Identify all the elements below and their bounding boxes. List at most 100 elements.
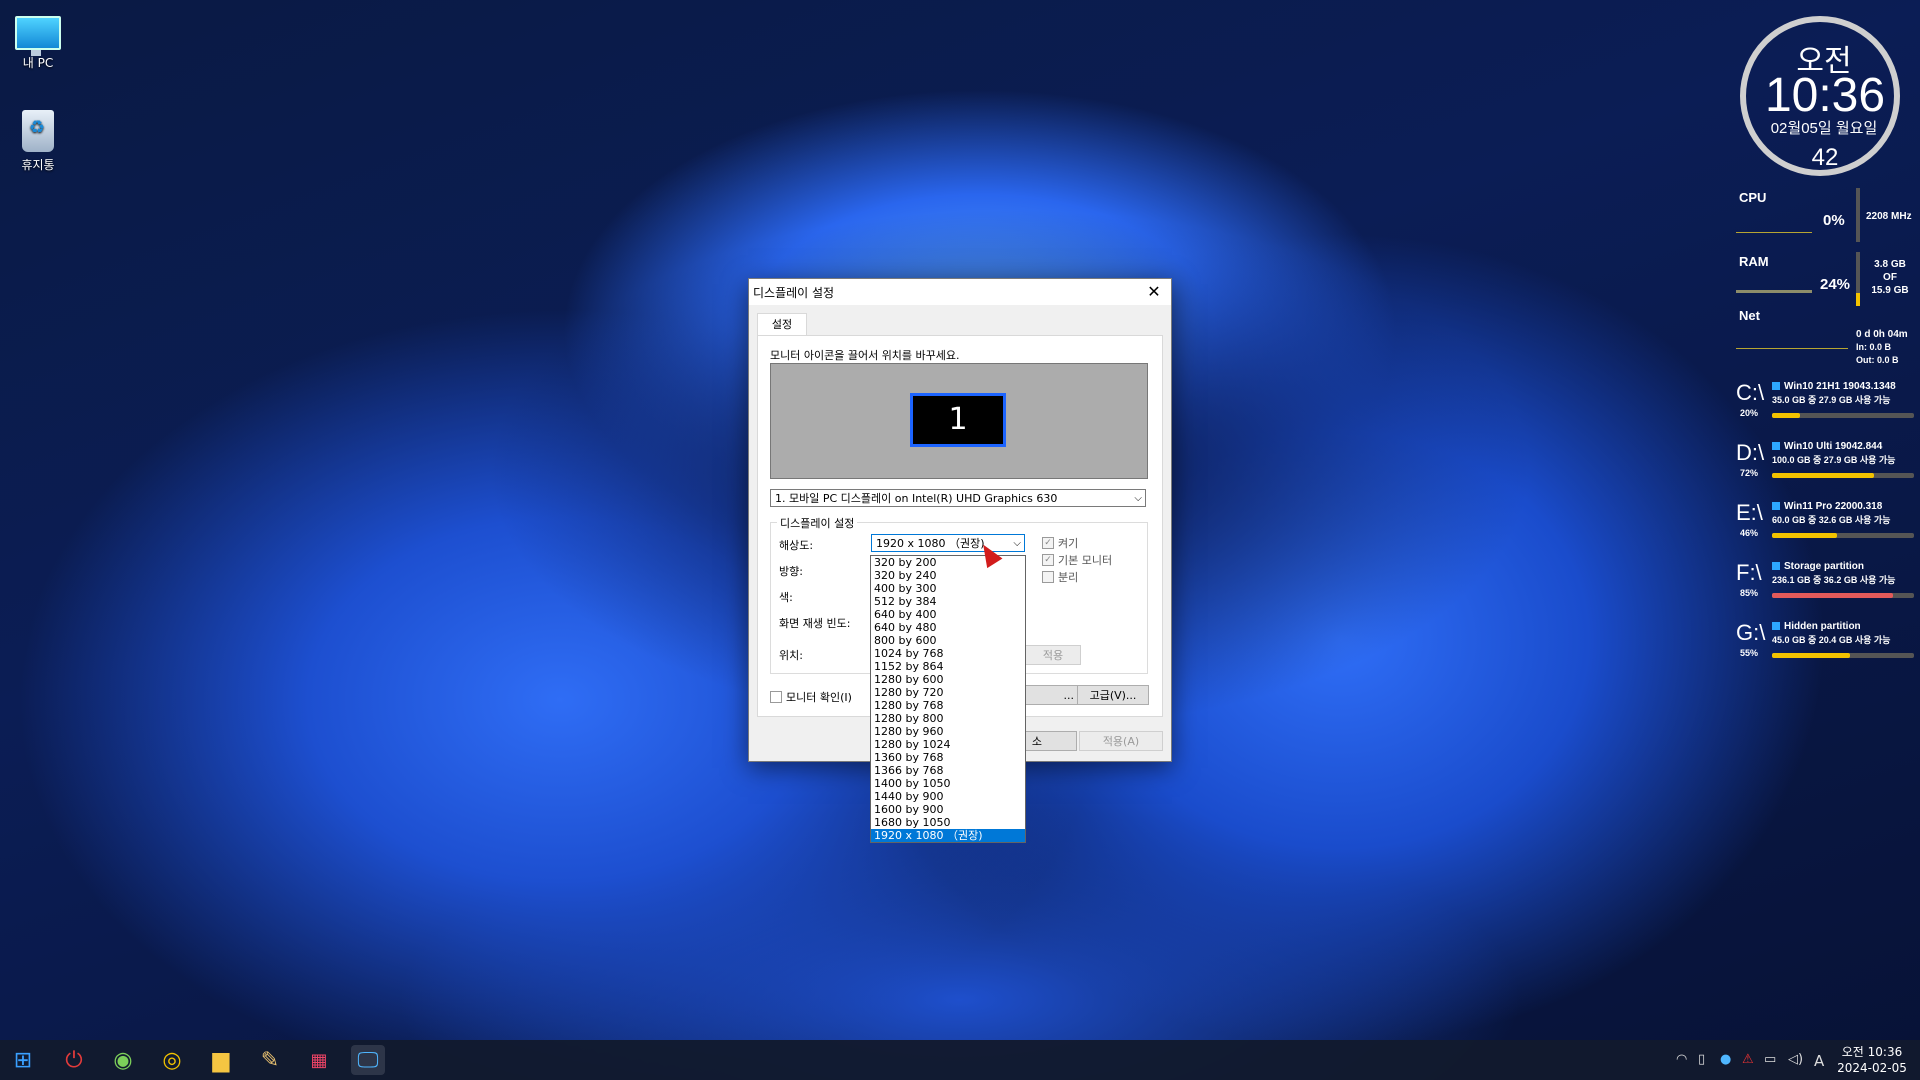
taskbar-chrome[interactable]: ◎	[155, 1045, 189, 1075]
checkbox-empty-icon	[770, 691, 782, 703]
taskbar-tool[interactable]: ✎	[253, 1045, 287, 1075]
resolution-option[interactable]: 640 by 400	[871, 608, 1025, 621]
net-label: Net	[1739, 308, 1760, 323]
drive-name: Storage partition	[1772, 560, 1864, 573]
resolution-option[interactable]: 1920 x 1080 （권장)	[871, 829, 1025, 842]
drive-usage-bar	[1772, 413, 1914, 418]
cpu-label: CPU	[1739, 190, 1767, 205]
clock-seconds: 42	[1811, 144, 1839, 171]
tray-drop[interactable]: ●	[1720, 1052, 1731, 1067]
close-button[interactable]: ✕	[1137, 279, 1171, 305]
monitor-tile-1[interactable]: 1	[910, 393, 1006, 447]
drive-letter: C:\	[1736, 380, 1765, 405]
photos-icon: ◉	[113, 1047, 133, 1073]
drive-letter: D:\	[1736, 440, 1765, 465]
detach-checkbox[interactable]: 분리	[1042, 569, 1078, 585]
drive-name: Hidden partition	[1772, 620, 1861, 633]
battery-icon: ▭	[1764, 1052, 1777, 1067]
drop-icon: ●	[1720, 1052, 1732, 1067]
resolution-option[interactable]: 1024 by 768	[871, 647, 1025, 660]
resolution-option[interactable]: 1440 by 900	[871, 790, 1025, 803]
taskbar-photos[interactable]: ◉	[106, 1045, 140, 1075]
taskbar-power[interactable]: ⏻	[57, 1045, 91, 1075]
desktop-icon-this-pc[interactable]: 내 PC	[0, 10, 76, 71]
resolution-option[interactable]: 512 by 384	[871, 595, 1025, 608]
drive-name: Win11 Pro 22000.318	[1772, 500, 1882, 513]
usb-icon: ▯	[1698, 1052, 1706, 1067]
drive-letter: E:\	[1736, 500, 1763, 525]
display-select[interactable]: 1. 모바일 PC 디스플레이 on Intel(R) UHD Graphics…	[770, 489, 1146, 507]
title-bar[interactable]: 디스플레이 설정 ✕	[749, 279, 1171, 305]
resolution-option[interactable]: 1280 by 720	[871, 686, 1025, 699]
cpu-frequency: 2208 MHz	[1866, 211, 1912, 222]
advanced-button[interactable]: 고급(V)...	[1077, 685, 1149, 705]
tab-settings[interactable]: 설정	[757, 313, 807, 336]
resolution-option[interactable]: 1360 by 768	[871, 751, 1025, 764]
tray-time: 오전 10:36	[1841, 1045, 1903, 1059]
resolution-option[interactable]: 320 by 240	[871, 569, 1025, 582]
ram-detail: 3.8 GB OF 15.9 GB	[1866, 258, 1914, 297]
resolution-option[interactable]: 800 by 600	[871, 634, 1025, 647]
desktop-icon-label: 휴지통	[21, 158, 55, 172]
enable-checkbox[interactable]: ✓ 켜기	[1042, 535, 1078, 551]
display-select-value: 1. 모바일 PC 디스플레이 on Intel(R) UHD Graphics…	[775, 492, 1058, 505]
tray-clock[interactable]: 오전 10:36 2024-02-05	[1830, 1044, 1914, 1076]
tray-usb[interactable]: ▯	[1698, 1052, 1705, 1067]
drive-detail: 100.0 GB 중 27.9 GB 사용 가능	[1772, 455, 1896, 465]
resolution-option[interactable]: 1680 by 1050	[871, 816, 1025, 829]
net-detail: 0 d 0h 04m In: 0.0 B Out: 0.0 B	[1856, 328, 1908, 367]
resolution-option[interactable]: 1366 by 768	[871, 764, 1025, 777]
drive-usage-bar	[1772, 473, 1914, 478]
tray-battery[interactable]: ▭	[1764, 1052, 1776, 1067]
drive-detail: 236.1 GB 중 36.2 GB 사용 가능	[1772, 575, 1896, 585]
drive-usage-bar	[1772, 593, 1914, 598]
resolution-option[interactable]: 1600 by 900	[871, 803, 1025, 816]
drag-hint: 모니터 아이콘을 끌어서 위치를 바꾸세요.	[770, 349, 960, 362]
identify-monitor-text: 모니터 확인(I)	[786, 691, 852, 704]
net-graph	[1736, 348, 1848, 349]
identify-button[interactable]: ...	[1025, 685, 1081, 705]
resolution-option[interactable]: 1280 by 1024	[871, 738, 1025, 751]
tray-ime[interactable]: A	[1814, 1052, 1824, 1070]
taskbar-display-settings[interactable]: 🖵	[351, 1045, 385, 1075]
resolution-option[interactable]: 1280 by 800	[871, 712, 1025, 725]
primary-monitor-label: 기본 모니터	[1058, 554, 1113, 567]
desktop-icon-recycle-bin[interactable]: 휴지통	[0, 110, 76, 173]
drive-percent: 85%	[1740, 588, 1759, 598]
resolution-option[interactable]: 1280 by 600	[871, 673, 1025, 686]
identify-monitor-checkbox[interactable]: ...모니터 확인(I)	[770, 689, 852, 705]
taskbar-file-explorer[interactable]: ▆	[204, 1045, 238, 1075]
start-icon: ⊞	[13, 1047, 33, 1073]
windows-icon	[1772, 382, 1780, 391]
apply-button[interactable]: 적용(A)	[1079, 731, 1163, 751]
drive-percent: 55%	[1740, 648, 1759, 658]
cpu-graph	[1736, 232, 1812, 233]
desktop-icon-label: 내 PC	[22, 56, 54, 70]
ram-of: OF	[1883, 272, 1897, 283]
net-in: In: 0.0 B	[1856, 342, 1892, 352]
apps-grid-icon: ▦	[310, 1049, 328, 1071]
resolution-option[interactable]: 1152 by 864	[871, 660, 1025, 673]
resolution-select[interactable]: 1920 x 1080 （권장) ⌵	[871, 534, 1025, 552]
resolution-option[interactable]: 1280 by 768	[871, 699, 1025, 712]
tray-volume[interactable]: ◁)	[1788, 1052, 1803, 1067]
detach-label: 분리	[1058, 571, 1079, 584]
position-apply-button[interactable]: 적용	[1025, 645, 1081, 665]
ram-total: 15.9 GB	[1871, 285, 1909, 296]
primary-monitor-checkbox[interactable]: ✓ 기본 모니터	[1042, 552, 1112, 568]
display-settings-icon: 🖵	[357, 1047, 379, 1073]
tray-wifi[interactable]: ◠	[1676, 1052, 1687, 1067]
resolution-option[interactable]: 640 by 480	[871, 621, 1025, 634]
resolution-option[interactable]: 400 by 300	[871, 582, 1025, 595]
cpu-percent: 0%	[1823, 212, 1845, 229]
ram-label: RAM	[1739, 254, 1769, 269]
resolution-option[interactable]: 1280 by 960	[871, 725, 1025, 738]
tray-network[interactable]: ⚠	[1742, 1052, 1754, 1067]
close-icon: ✕	[1147, 282, 1161, 301]
taskbar-apps[interactable]: ▦	[302, 1045, 336, 1075]
resolution-option[interactable]: 1400 by 1050	[871, 777, 1025, 790]
start-button[interactable]: ⊞	[6, 1045, 40, 1075]
drive-name: Win10 Ulti 19042.844	[1772, 440, 1882, 453]
cancel-button[interactable]: 소	[1025, 731, 1077, 751]
resolution-dropdown-list[interactable]: 320 by 200 320 by 240 400 by 300 512 by 384…	[870, 555, 1026, 843]
